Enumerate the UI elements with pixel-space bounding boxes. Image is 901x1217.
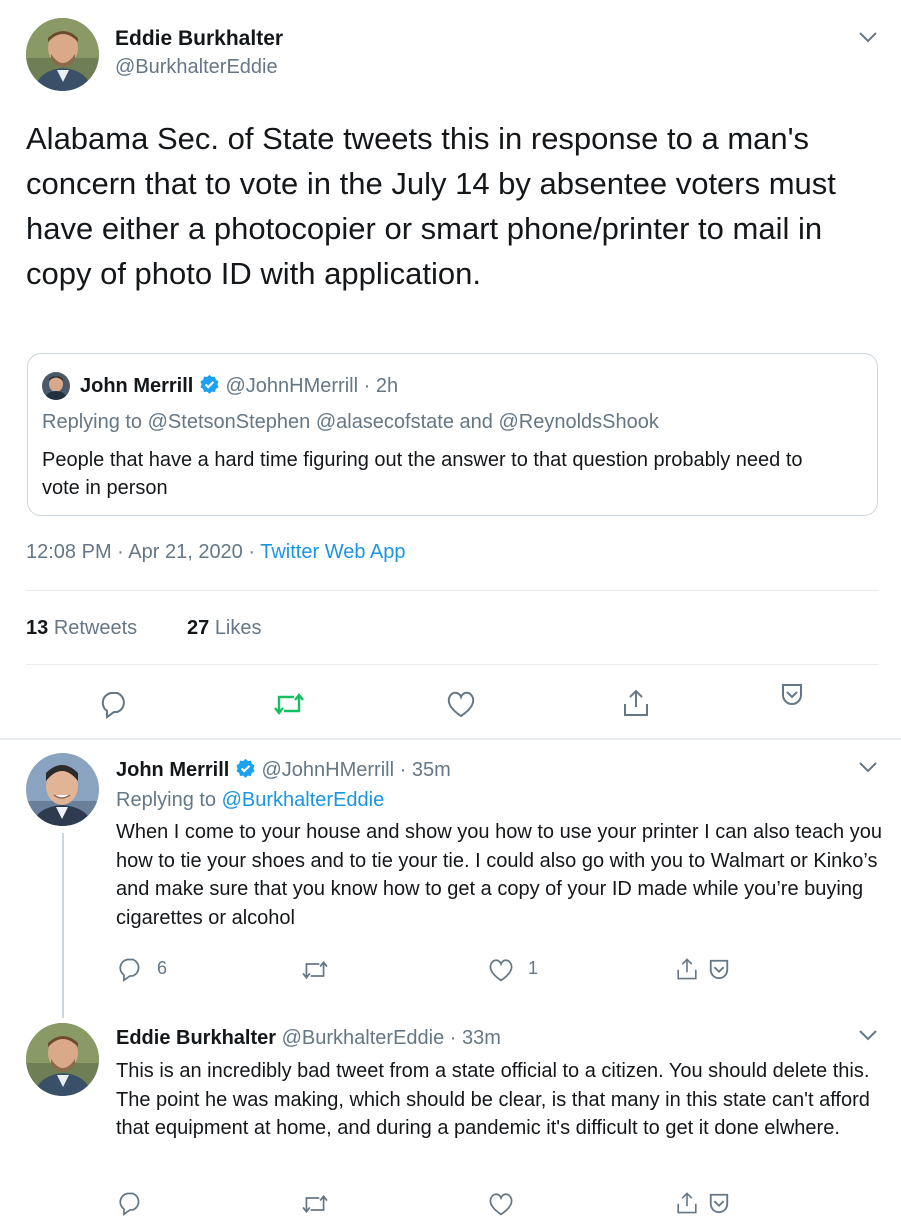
section-divider [0, 738, 901, 740]
avatar[interactable] [26, 1023, 99, 1096]
analytics-icon[interactable] [707, 1192, 731, 1214]
likes-label: Likes [214, 617, 262, 639]
like-count: 1 [528, 958, 539, 978]
tweet-time[interactable]: · 33m [450, 1027, 501, 1049]
quoted-time: · 2h [363, 375, 399, 397]
reply-icon[interactable] [99, 689, 129, 719]
retweet-icon[interactable] [272, 690, 306, 718]
share-icon[interactable] [675, 955, 699, 983]
thread-line [62, 833, 64, 1018]
analytics-icon[interactable] [779, 682, 805, 706]
chevron-down-icon[interactable] [857, 30, 879, 44]
retweet-icon[interactable] [300, 1192, 330, 1216]
share-icon[interactable] [621, 687, 651, 719]
tweet-timestamp[interactable]: 12:08 PM · Apr 21, 2020 · [26, 541, 255, 563]
replying-to-handle[interactable]: @BurkhalterEddie [222, 789, 385, 811]
analytics-icon[interactable] [707, 958, 731, 980]
tweet-text: When I come to your house and show you h… [116, 821, 882, 929]
likes-stat[interactable]: 27 Likes [187, 617, 262, 640]
divider [26, 590, 879, 591]
reply-icon[interactable] [117, 956, 143, 982]
replying-to-handles: @StetsonStephen @alasecofstate and @Reyn… [147, 411, 659, 433]
reply-count: 6 [157, 958, 168, 978]
verified-badge-icon [199, 374, 220, 401]
replying-to-label: Replying to [42, 411, 143, 433]
tweet-text: Alabama Sec. of State tweets this in res… [26, 121, 836, 291]
retweets-stat[interactable]: 13 Retweets [26, 617, 137, 640]
avatar[interactable] [26, 18, 99, 91]
quoted-tweet-text: People that have a hard time figuring ou… [42, 449, 803, 499]
avatar[interactable] [26, 753, 99, 826]
like-icon[interactable] [487, 1191, 515, 1217]
tweet-text: This is an incredibly bad tweet from a s… [116, 1060, 870, 1139]
likes-count: 27 [187, 617, 210, 639]
quoted-author-handle: @JohnHMerrill [225, 375, 359, 397]
author-handle[interactable]: @BurkhalterEddie [282, 1027, 445, 1049]
chevron-down-icon[interactable] [857, 760, 879, 774]
like-icon[interactable] [487, 957, 515, 983]
author-handle[interactable]: @JohnHMerrill [261, 759, 394, 781]
author-handle[interactable]: @BurkhalterEddie [115, 56, 278, 79]
quoted-tweet-card[interactable]: John Merrill @JohnHMerrill · 2h Replying… [27, 353, 878, 516]
replying-to-label: Replying to [116, 789, 217, 811]
share-icon[interactable] [675, 1189, 699, 1217]
avatar [42, 372, 70, 400]
divider [26, 664, 879, 665]
retweet-icon[interactable] [300, 958, 330, 982]
like-icon[interactable] [445, 689, 477, 719]
retweets-label: Retweets [53, 617, 138, 639]
author-name[interactable]: Eddie Burkhalter [116, 1027, 276, 1049]
tweet-source-link[interactable]: Twitter Web App [260, 541, 405, 563]
author-name[interactable]: Eddie Burkhalter [115, 27, 283, 51]
reply-icon[interactable] [117, 1190, 143, 1216]
quoted-author-name: John Merrill [80, 375, 194, 397]
retweets-count: 13 [26, 617, 49, 639]
tweet-time[interactable]: · 35m [400, 759, 451, 781]
verified-badge-icon [235, 758, 256, 785]
chevron-down-icon[interactable] [857, 1028, 879, 1042]
author-name[interactable]: John Merrill [116, 759, 229, 781]
